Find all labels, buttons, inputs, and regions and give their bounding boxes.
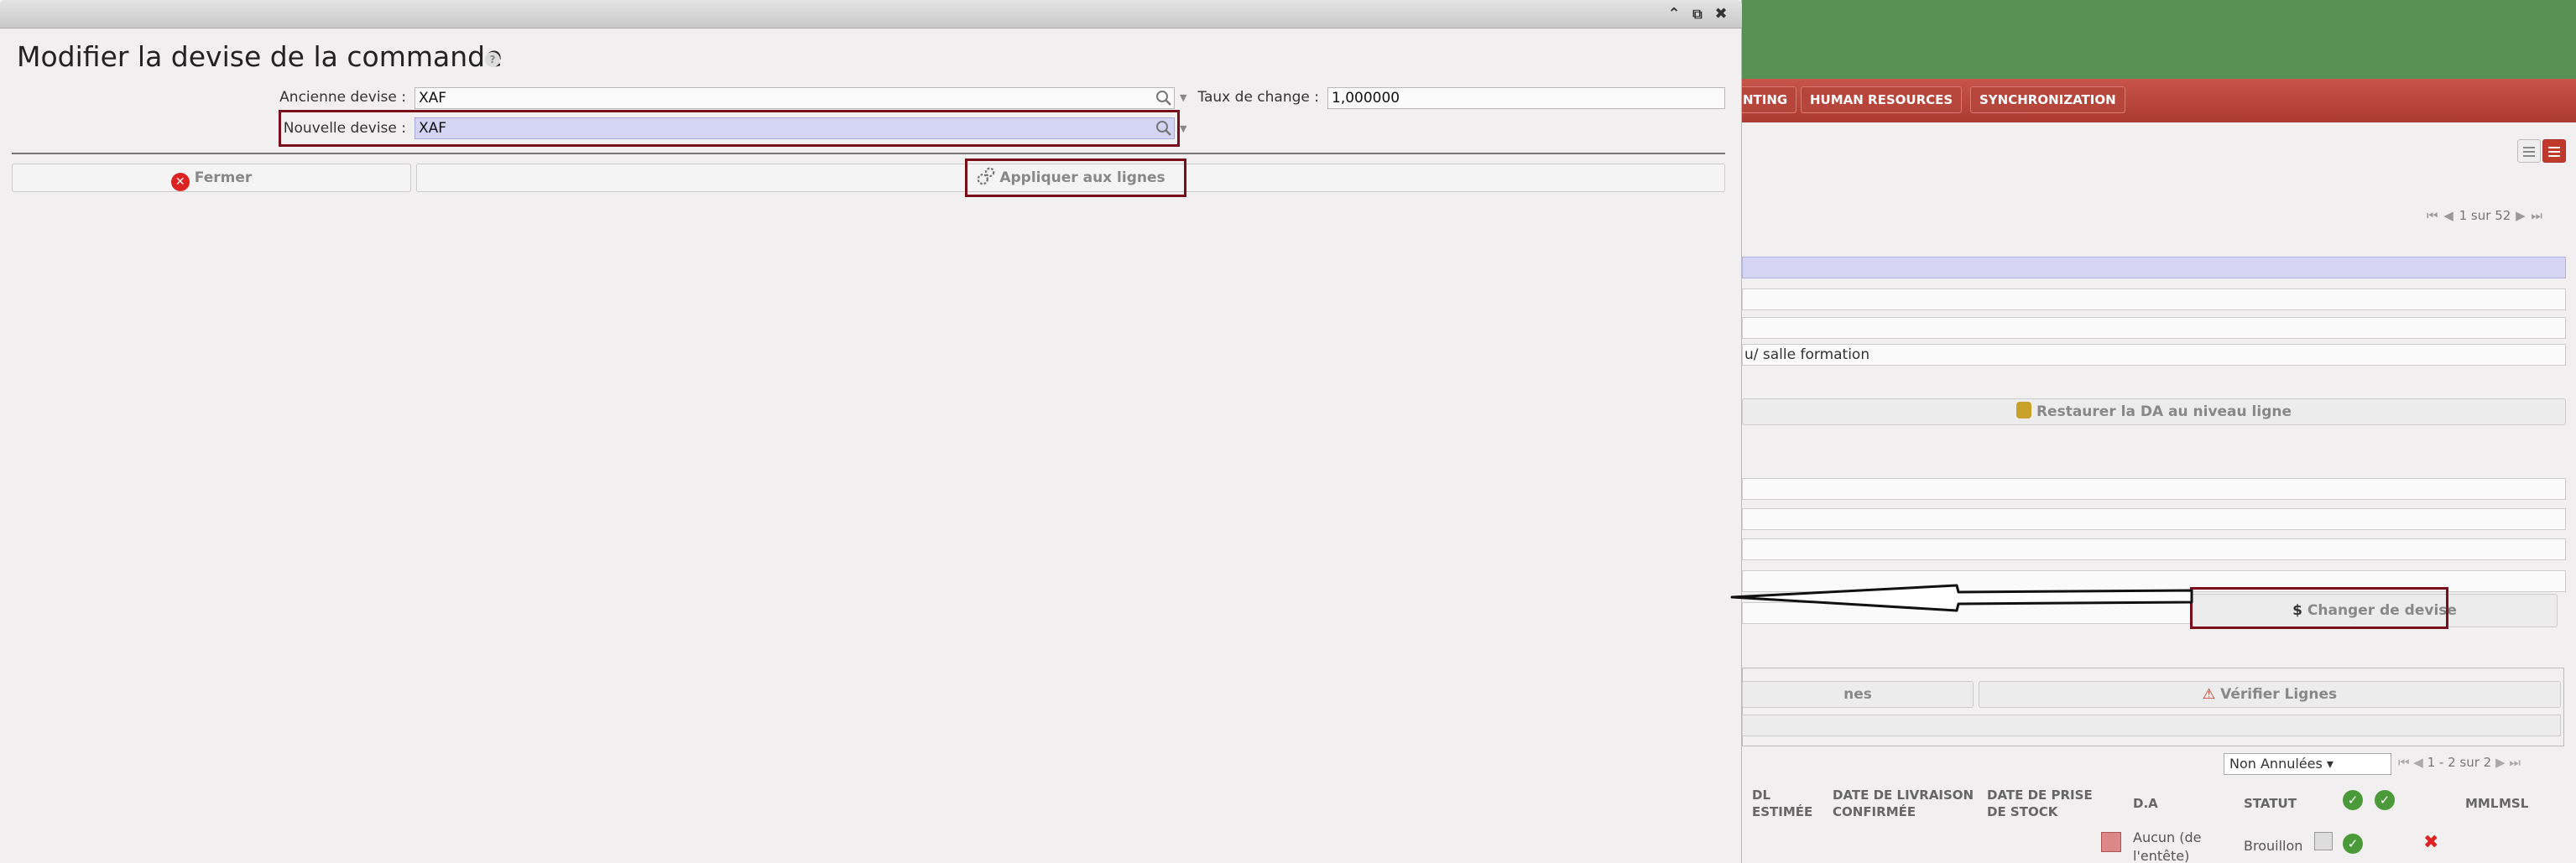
da-action-icon[interactable] <box>2101 832 2121 852</box>
verify-lines-button[interactable]: ⚠ Vérifier Lignes <box>1979 681 2561 708</box>
exchange-rate-label: Taux de change : <box>1197 89 1319 106</box>
bg-select[interactable] <box>1742 317 2566 339</box>
dialog-titlebar: ⌃ ⧉ ✖ <box>0 0 1742 29</box>
background-application: NTING HUMAN RESOURCES SYNCHRONIZATION ⏮ … <box>1742 0 2576 863</box>
restore-da-label: Restaurer la DA au niveau ligne <box>2036 403 2292 420</box>
old-currency-field[interactable]: XAF <box>415 87 1175 109</box>
check-icon: ✓ <box>2375 790 2395 810</box>
bg-dropdown[interactable] <box>1742 478 2566 500</box>
col-mml: MML <box>2465 796 2499 811</box>
dialog-title: Modifier la devise de la commande <box>17 40 503 73</box>
highlight-new-currency <box>279 110 1180 147</box>
verify-lines-label: Vérifier Lignes <box>2220 686 2338 703</box>
col-msl: MSL <box>2499 796 2529 811</box>
check-icon: ✓ <box>2343 790 2363 810</box>
collapse-icon[interactable]: ⌃ <box>1665 5 1683 23</box>
col-dl-estimee: DL ESTIMÉE <box>1752 788 1813 819</box>
grid-prev-icon[interactable]: ◀ <box>2413 755 2423 770</box>
close-circle-icon: ✕ <box>170 173 190 191</box>
col-statut: STATUT <box>2244 796 2297 811</box>
grid-next-icon[interactable]: ▶ <box>2495 755 2506 770</box>
close-button-label: Fermer <box>194 169 253 186</box>
close-icon[interactable]: ✖ <box>1712 5 1730 23</box>
cancel-filter-select[interactable]: Non Annulées ▾ <box>2224 753 2391 775</box>
close-button[interactable]: ✕ Fermer <box>12 164 411 192</box>
dialog-divider <box>12 153 1725 154</box>
restore-da-button[interactable]: Restaurer la DA au niveau ligne <box>1742 398 2566 425</box>
bg-field-selected[interactable] <box>1742 257 2566 278</box>
col-date-livraison: DATE DE LIVRAISON CONFIRMÉE <box>1833 788 1974 819</box>
help-icon[interactable]: ? <box>485 52 500 67</box>
chevron-down-icon[interactable]: ▼ <box>1180 123 1186 134</box>
menu-item-accounting[interactable]: NTING <box>1742 86 1797 113</box>
bg-field[interactable] <box>1742 538 2566 560</box>
workflow-icon[interactable] <box>2314 832 2333 850</box>
row-check-icon[interactable]: ✓ <box>2343 834 2363 854</box>
menu-item-human-resources[interactable]: HUMAN RESOURCES <box>1801 86 1963 113</box>
last-page-icon[interactable]: ⏭ <box>2531 208 2543 223</box>
grid-first-icon[interactable]: ⏮ <box>2398 755 2410 770</box>
grid-pager: ⏮ ◀ 1 - 2 sur 2 ▶ ⏭ <box>2398 755 2521 770</box>
col-da: D.A <box>2133 796 2158 811</box>
location-field[interactable]: u/ salle formation <box>1742 344 2566 366</box>
form-view-icon[interactable] <box>2542 139 2566 163</box>
exchange-rate-field[interactable]: 1,000000 <box>1327 87 1725 109</box>
database-icon <box>2015 402 2031 419</box>
menu-item-synchronization[interactable]: SYNCHRONIZATION <box>1970 86 2125 113</box>
pager-text: 1 sur 52 <box>2459 208 2511 223</box>
row-da: Aucun (de l'entête) <box>2133 829 2202 863</box>
list-view-icon[interactable] <box>2517 139 2541 163</box>
filter-value: Non Annulées <box>2229 756 2323 772</box>
next-page-icon[interactable]: ▶ <box>2516 208 2526 223</box>
grid-pager-text: 1 - 2 sur 2 <box>2427 755 2492 770</box>
record-pager: ⏮ ◀ 1 sur 52 ▶ ⏭ <box>2427 208 2543 223</box>
warning-icon: ⚠ <box>2202 686 2216 703</box>
bg-field[interactable] <box>1742 508 2566 530</box>
first-page-icon[interactable]: ⏮ <box>2427 208 2439 223</box>
prev-page-icon[interactable]: ◀ <box>2443 208 2454 223</box>
old-currency-label: Ancienne devise : <box>279 89 406 106</box>
grid-last-icon[interactable]: ⏭ <box>2509 755 2521 770</box>
highlight-change-currency <box>2190 587 2448 629</box>
search-icon[interactable] <box>1155 89 1173 107</box>
col-date-stock: DATE DE PRISE DE STOCK <box>1987 788 2093 819</box>
lines-button[interactable]: nes <box>1742 681 1974 708</box>
app-header-banner <box>1742 0 2576 79</box>
delete-icon[interactable]: ✖ <box>2423 832 2438 853</box>
arrow-annotation <box>1730 584 2193 612</box>
bg-field[interactable] <box>1742 289 2566 310</box>
lines-button-label: nes <box>1843 686 1872 703</box>
chevron-down-icon[interactable]: ▼ <box>1180 92 1186 103</box>
popout-icon[interactable]: ⧉ <box>1688 5 1707 23</box>
bg-field <box>1742 715 2561 736</box>
change-currency-dialog: ⌃ ⧉ ✖ Modifier la devise de la commande … <box>0 0 1742 863</box>
highlight-apply-button <box>965 159 1186 197</box>
row-status: Brouillon <box>2244 838 2303 854</box>
